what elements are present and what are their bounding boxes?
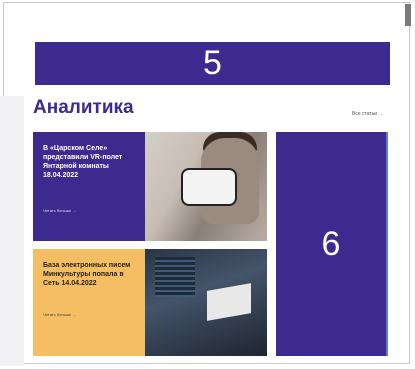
article-headline: В «Царском Селе» представили VR-полет Ян… [43,145,123,179]
side-block-label: 6 [321,224,341,263]
left-edge-strip [0,96,24,366]
banner-block-5[interactable]: 5 [35,42,390,85]
article-photo-vr-headset [145,132,267,241]
read-more-link[interactable]: Читать больше → [43,208,76,213]
side-block-6[interactable]: 6 [276,132,388,356]
article-text-pane: База электронных писем Минкультуры попал… [33,249,145,356]
section-title: Аналитика [33,97,134,118]
banner-label: 5 [203,44,222,82]
code-screen [155,257,195,297]
all-articles-link[interactable]: Все статьи → [352,111,384,117]
scroll-indicator [405,4,411,26]
laptop-icon [207,283,251,321]
read-more-link[interactable]: Читать больше → [43,312,76,317]
article-card-emails[interactable]: База электронных писем Минкультуры попал… [33,249,267,356]
article-text-pane: В «Царском Селе» представили VR-полет Ян… [33,132,145,241]
article-headline: База электронных писем Минкультуры попал… [43,262,131,287]
article-photo-laptop [145,249,267,356]
vr-headset-icon [181,168,237,206]
article-card-vr[interactable]: В «Царском Селе» представили VR-полет Ян… [33,132,267,241]
